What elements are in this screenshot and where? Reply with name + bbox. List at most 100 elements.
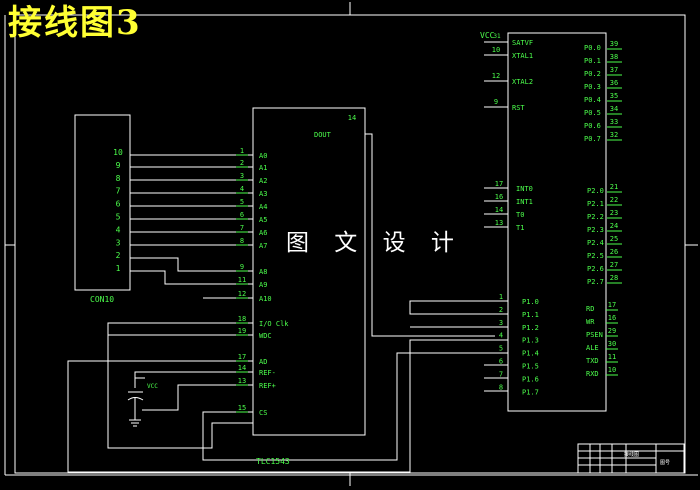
mcu-pin-label-p1-6: P1.6 (522, 375, 539, 383)
connector-pin-4: 4 (116, 225, 121, 234)
mcu-pin-label-p1-4: P1.4 (522, 350, 539, 358)
mcu-pin-label-int0: INT0 (516, 185, 533, 193)
mcu-p1-pin-num-2: 2 (499, 306, 503, 314)
mcu-pin-num-12: 12 (492, 72, 500, 80)
mcu-pin-num-10: 10 (492, 46, 500, 54)
mcu-p0-pin-num-34: 34 (610, 105, 618, 113)
mcu-p0-pin-num-39: 39 (610, 40, 618, 48)
mcu-pin-label-p2-1: P2.1 (587, 200, 604, 208)
title-block-sheet: 图号 (660, 460, 670, 466)
adc-pin-num-19: 19 (238, 327, 246, 335)
adc-pin-num-7: 7 (240, 224, 244, 232)
mcu-p2-pin-num-24: 24 (610, 222, 618, 230)
mcu-p2-pin-num-22: 22 (610, 196, 618, 204)
adc-pin-num-2: 2 (240, 159, 244, 167)
adc-pin-label-a8: A8 (259, 268, 267, 276)
mcu-pin-label-p1-1: P1.1 (522, 311, 539, 319)
title-block-name: 接线图 (624, 451, 639, 458)
mcu-p2-pin-num-26: 26 (610, 248, 618, 256)
adc-name: TLC1543 (256, 457, 290, 466)
mcu-pin-label-p0-0: P0.0 (584, 44, 601, 52)
adc-pin-label-a6: A6 (259, 229, 267, 237)
connector-pin-3: 3 (116, 238, 121, 247)
mcu-pin-label-p0-2: P0.2 (584, 70, 601, 78)
mcu-pin-label-p0-1: P0.1 (584, 57, 601, 65)
wire-ch9 (130, 270, 253, 285)
page-title: 接线图3 (8, 3, 142, 43)
mcu-p2-pin-num-27: 27 (610, 261, 618, 269)
mcu-ctrl-pin-num-29: 29 (608, 327, 616, 335)
connector-pin-5: 5 (116, 213, 121, 222)
adc-pin-num-5: 5 (240, 198, 244, 206)
mcu-pin-label-p1-0: P1.0 (522, 298, 539, 306)
adc-pin-label-a4: A4 (259, 203, 267, 211)
adc-pin-label-cs: CS (259, 409, 267, 417)
mcu-ctrl-pin-num-16: 16 (608, 314, 616, 322)
connector-pin-7: 7 (116, 187, 121, 196)
adc-pin-label-wdc: WDC (259, 332, 272, 340)
mcu-ctrl-pin-num-11: 11 (608, 353, 616, 361)
connector-pin-8: 8 (116, 174, 121, 183)
mcu-pin-num-9: 9 (494, 98, 498, 106)
adc-pin-num-4: 4 (240, 185, 244, 193)
mcu-p0-pin-num-36: 36 (610, 79, 618, 87)
mcu-pin-label-p1-5: P1.5 (522, 363, 539, 371)
mcu-p0-pin-num-38: 38 (610, 53, 618, 61)
mcu-ctrl-pin-num-30: 30 (608, 340, 616, 348)
mcu-pin-label-xtal2: XTAL2 (512, 78, 533, 86)
adc-pin-num-13: 13 (238, 377, 246, 385)
adc-pin-label-a5: A5 (259, 216, 267, 224)
adc-pin-num-12: 12 (238, 290, 246, 298)
mcu-pin-label-p2-2: P2.2 (587, 213, 604, 221)
mcu-pin-label-p0-6: P0.6 (584, 122, 601, 130)
mcu-vcc-label: VCC (480, 31, 495, 40)
connector-body (74, 114, 131, 291)
adc-pin-num-11: 11 (238, 276, 246, 284)
mcu-p0-pin-num-32: 32 (610, 131, 618, 139)
adc-pin-label-a3: A3 (259, 190, 267, 198)
adc-pin-num-9: 9 (240, 263, 244, 271)
adc-dout-label: DOUT (314, 131, 332, 139)
connector-pin-2: 2 (116, 251, 121, 260)
mcu-pin-label-p2-5: P2.5 (587, 252, 604, 260)
mcu-vcc-pin-num: 31 (493, 33, 501, 40)
mcu-pin-label-p1-7: P1.7 (522, 388, 539, 396)
connector-pin-1: 1 (116, 264, 121, 273)
mcu-pin-label-p2-4: P2.4 (587, 239, 604, 247)
connector-pin-10: 10 (113, 148, 123, 157)
mcu-p2-pin-num-28: 28 (610, 274, 618, 282)
mcu-ctrl-pin-num-17: 17 (608, 301, 616, 309)
adc-pin-label-a7: A7 (259, 242, 267, 250)
mcu-pin-label-xtal1: XTAL1 (512, 52, 533, 60)
adc-pin-label-a2: A2 (259, 177, 267, 185)
mcu-p1-pin-num-4: 4 (499, 332, 503, 340)
mcu-p2-pin-num-21: 21 (610, 183, 618, 191)
connector-name: CON10 (90, 295, 114, 304)
adc-pin-label-ref: REF- (259, 369, 276, 377)
cap-vcc-label: VCC (147, 383, 158, 390)
wire-ad (67, 339, 508, 473)
adc-pin-label-a0: A0 (259, 152, 267, 160)
schematic-canvas: 10 9 8 7 6 5 4 3 2 1 1 A0 2 A1 3 A2 4 A3 5 A4 6 A5 7 A6 8 A7 9 A8 11… (0, 0, 700, 490)
mcu-pin-label-p2-7: P2.7 (587, 278, 604, 286)
mcu-int-pin-num-16: 16 (495, 193, 503, 201)
mcu-pin-label-p0-7: P0.7 (584, 135, 601, 143)
mcu-pin-label-txd: TXD (586, 357, 599, 365)
watermark: 图 文 设 计 (286, 230, 463, 256)
mcu-pin-label-p2-0: P2.0 (587, 187, 604, 195)
wire-cs (202, 352, 508, 461)
mcu-p1-pin-num-5: 5 (499, 345, 503, 353)
adc-pin-label-ad: AD (259, 358, 267, 366)
mcu-pin-label-ale: ALE (586, 344, 599, 352)
mcu-pin-label-psen: PSEN (586, 331, 603, 339)
adc-pin-num-1: 1 (240, 147, 244, 155)
adc-pin-num-18: 18 (238, 315, 246, 323)
mcu-pin-label-t1: T1 (516, 224, 524, 232)
mcu-p1-pin-num-1: 1 (499, 293, 503, 301)
adc-pin-label-a1: A1 (259, 164, 267, 172)
adc-pin-label-ref: REF+ (259, 382, 276, 390)
mcu-pin-label-p0-4: P0.4 (584, 96, 601, 104)
wire-ch8 (130, 257, 253, 272)
adc-pin-num-14: 14 (238, 364, 246, 372)
mcu-p1-pin-num-3: 3 (499, 319, 503, 327)
